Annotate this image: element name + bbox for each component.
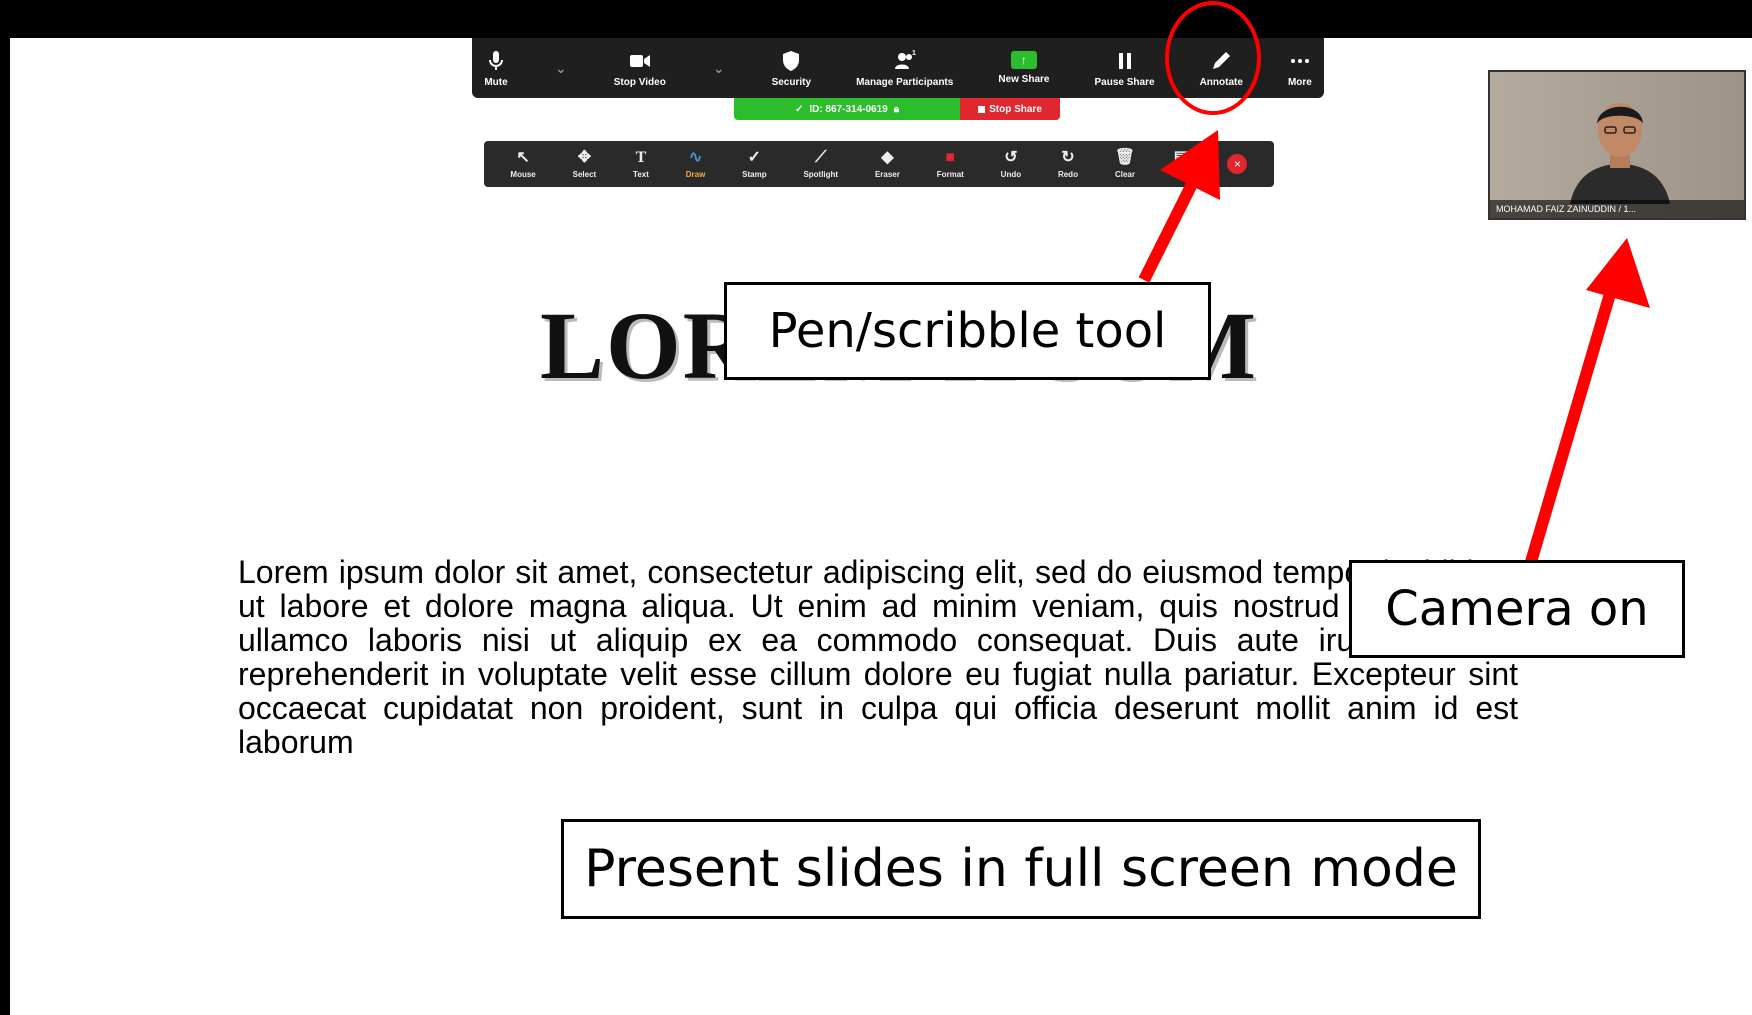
- pause-icon: [1118, 52, 1131, 69]
- manage-participants-label: Manage Participants: [856, 76, 954, 88]
- annot-redo-tool[interactable]: ↻ Redo: [1058, 149, 1078, 179]
- stop-square-icon: [978, 105, 986, 113]
- annot-undo-label: Undo: [1000, 170, 1022, 179]
- self-video-tile[interactable]: MOHAMAD FAIZ ZAINUDDIN / 1...: [1488, 70, 1746, 220]
- mute-label: Mute: [484, 76, 508, 88]
- annot-mouse-tool[interactable]: ↖ Mouse: [510, 149, 535, 179]
- lock-icon: 🔒︎: [893, 103, 900, 115]
- annot-select-label: Select: [572, 170, 597, 179]
- undo-icon: ↺: [1004, 149, 1018, 166]
- participants-icon: 1: [894, 50, 916, 69]
- annot-select-tool[interactable]: ✥ Select: [573, 149, 597, 179]
- annotate-button[interactable]: Annotate: [1200, 38, 1243, 98]
- more-icon: [1290, 58, 1309, 63]
- checkmark-icon: ✓: [747, 149, 762, 166]
- annotation-toolbar: ↖ Mouse ✥ Select T Text ∿ Draw ✓ Stamp ⟋ Spotl…: [484, 141, 1274, 187]
- eraser-icon: ◆: [881, 149, 894, 166]
- security-label: Security: [771, 76, 812, 88]
- check-icon: ✓: [794, 103, 804, 115]
- text-icon: T: [635, 149, 647, 166]
- sharing-status-bar: ✓ ID: 867-314-0619 🔒︎ Stop Share: [734, 98, 1060, 120]
- screenshot: Mute ⌄ Stop Video ⌄ Security 1 Manage Pa…: [0, 0, 1752, 1015]
- callout-present-fullscreen: Present slides in full screen mode: [561, 819, 1481, 919]
- pen-icon: [1213, 51, 1231, 69]
- annot-text-label: Text: [633, 170, 649, 179]
- move-icon: ✥: [577, 149, 592, 166]
- annot-format-tool[interactable]: ■ Format: [937, 149, 964, 179]
- stop-video-label: Stop Video: [613, 76, 666, 88]
- cursor-icon: ↖: [516, 149, 530, 166]
- stop-share-button[interactable]: Stop Share: [960, 98, 1060, 120]
- annot-draw-label: Draw: [685, 170, 706, 179]
- annot-text-tool[interactable]: T Text: [633, 149, 649, 179]
- annot-mouse-label: Mouse: [510, 170, 536, 179]
- video-camera-icon: [629, 54, 650, 67]
- left-black-bar: [0, 38, 10, 1015]
- annot-clear-tool[interactable]: 🗑︎ Clear: [1115, 149, 1135, 179]
- meeting-id-badge[interactable]: ✓ ID: 867-314-0619 🔒︎: [734, 98, 960, 120]
- stop-share-label: Stop Share: [989, 103, 1042, 115]
- annot-format-label: Format: [936, 170, 964, 179]
- close-annotation-icon[interactable]: ×: [1227, 154, 1248, 174]
- meeting-toolbar: Mute ⌄ Stop Video ⌄ Security 1 Manage Pa…: [472, 38, 1324, 98]
- more-label: More: [1287, 76, 1312, 88]
- shield-icon: [783, 50, 800, 71]
- redo-icon: ↻: [1061, 149, 1075, 166]
- spotlight-icon: ⟋: [815, 149, 827, 166]
- microphone-icon: [489, 50, 503, 70]
- participant-name-label: MOHAMAD FAIZ ZAINUDDIN / 1...: [1490, 200, 1744, 218]
- annot-stamp-label: Stamp: [742, 170, 767, 179]
- trash-icon: 🗑︎: [1114, 149, 1136, 166]
- security-button[interactable]: Security: [772, 38, 811, 98]
- annot-save-label: Save: [1171, 170, 1191, 179]
- mute-button[interactable]: Mute: [484, 38, 508, 98]
- participant-count: 1: [912, 50, 916, 57]
- annot-redo-label: Redo: [1057, 170, 1078, 179]
- video-options-chevron-icon[interactable]: ⌄: [713, 60, 725, 77]
- annot-clear-label: Clear: [1114, 170, 1135, 179]
- slide-body-text: Lorem ipsum dolor sit amet, consectetur …: [238, 554, 1518, 760]
- pause-share-label: Pause Share: [1094, 76, 1155, 88]
- participant-video-image: [1570, 103, 1670, 204]
- annotate-label: Annotate: [1199, 76, 1243, 88]
- annot-eraser-tool[interactable]: ◆ Eraser: [875, 149, 900, 179]
- annot-eraser-label: Eraser: [874, 170, 900, 179]
- share-screen-icon: ↑: [1010, 51, 1037, 69]
- new-share-button[interactable]: ↑ New Share: [998, 38, 1049, 98]
- save-icon: ▤: [1173, 149, 1189, 166]
- top-black-bar: [0, 0, 1752, 38]
- annot-undo-tool[interactable]: ↺ Undo: [1001, 149, 1021, 179]
- annot-save-tool[interactable]: ▤ Save: [1172, 149, 1191, 179]
- annot-draw-tool[interactable]: ∿ Draw: [686, 149, 706, 179]
- new-share-label: New Share: [998, 74, 1050, 85]
- annot-stamp-tool[interactable]: ✓ Stamp: [742, 149, 766, 179]
- annot-spotlight-tool[interactable]: ⟋ Spotlight: [803, 149, 838, 179]
- audio-options-chevron-icon[interactable]: ⌄: [555, 60, 567, 77]
- draw-icon: ∿: [688, 149, 703, 166]
- more-button[interactable]: More: [1288, 38, 1312, 98]
- manage-participants-button[interactable]: 1 Manage Participants: [856, 38, 953, 98]
- format-icon: ■: [945, 149, 956, 166]
- callout-pen-tool: Pen/scribble tool: [724, 282, 1211, 380]
- pause-share-button[interactable]: Pause Share: [1095, 38, 1155, 98]
- annot-spotlight-label: Spotlight: [803, 170, 839, 179]
- meeting-id-text: ID: 867-314-0619: [809, 103, 888, 115]
- callout-camera-on: Camera on: [1349, 560, 1685, 658]
- stop-video-button[interactable]: Stop Video: [614, 38, 666, 98]
